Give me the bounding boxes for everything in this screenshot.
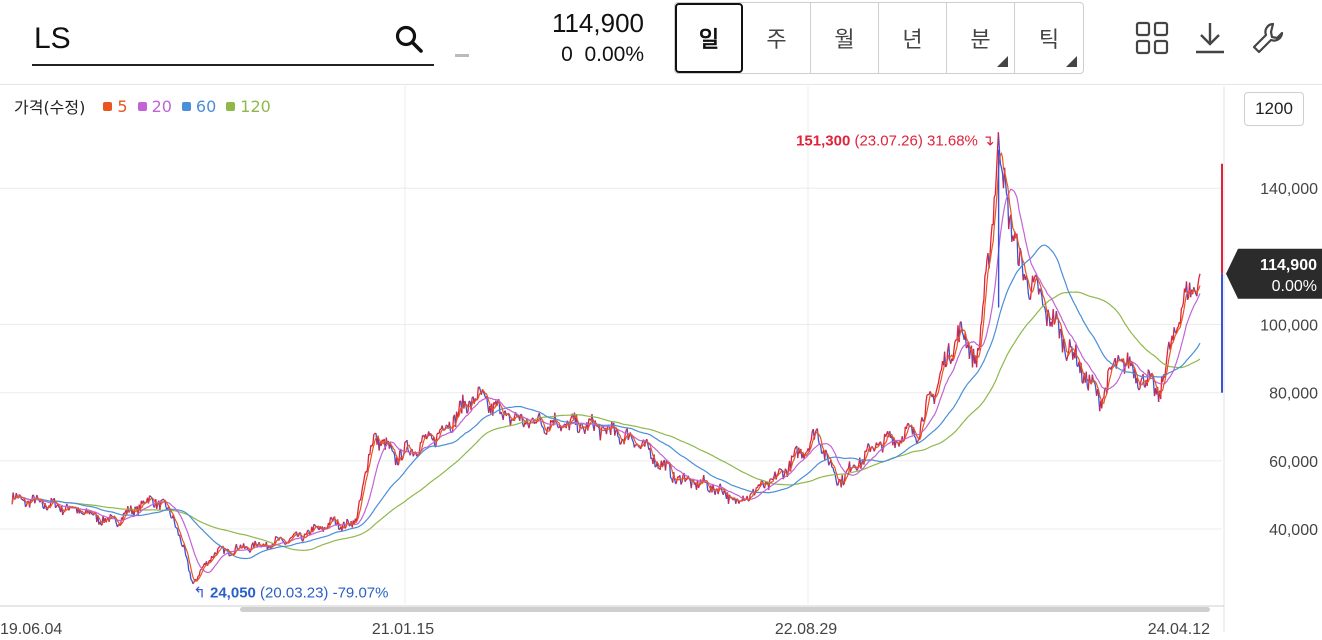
y-tick-label: 80,000 — [1269, 386, 1318, 403]
legend-swatch — [103, 101, 113, 111]
ma60-line — [11, 244, 1201, 560]
legend-label: 20 — [151, 96, 172, 116]
legend-swatch — [137, 101, 147, 111]
chart-legend: 가격(수정) 5 20 60 120 — [14, 94, 281, 118]
low-annotation: ↰ 24,050 (20.03.23) -79.07% — [193, 584, 388, 601]
current-price-tag-price: 114,900 — [1260, 257, 1317, 274]
legend-label: 60 — [195, 96, 217, 116]
interval-button[interactable]: 1200 — [1244, 92, 1304, 126]
ma120-line — [11, 291, 1201, 552]
y-tick-label: 40,000 — [1269, 522, 1318, 539]
high-annotation: 151,300 (23.07.26) 31.68% ↴ — [796, 133, 995, 150]
legend-title: 가격(수정) — [14, 98, 86, 117]
legend-label: 5 — [117, 96, 128, 116]
x-tick-label: 21.01.15 — [372, 621, 434, 638]
y-tick-label: 140,000 — [1260, 181, 1318, 198]
x-tick-label: 22.08.29 — [775, 621, 837, 638]
y-tick-label: 60,000 — [1269, 454, 1318, 471]
x-tick-label: 19.06.04 — [0, 621, 62, 638]
x-tick-label: 24.04.12 — [1148, 621, 1210, 638]
current-price-tag-change: 0.00% — [1272, 278, 1317, 295]
legend-label: 120 — [240, 96, 271, 116]
y-tick-label: 100,000 — [1260, 318, 1318, 335]
legend-item-ma60: 60 — [181, 96, 217, 116]
legend-swatch — [226, 101, 236, 111]
legend-item-ma20: 20 — [137, 96, 172, 116]
legend-item-ma120: 120 — [226, 97, 271, 116]
legend-swatch — [181, 101, 191, 111]
horizontal-scrollbar[interactable] — [240, 607, 1210, 612]
legend-item-ma5: 5 — [103, 96, 128, 116]
ma20-line — [11, 188, 1201, 574]
